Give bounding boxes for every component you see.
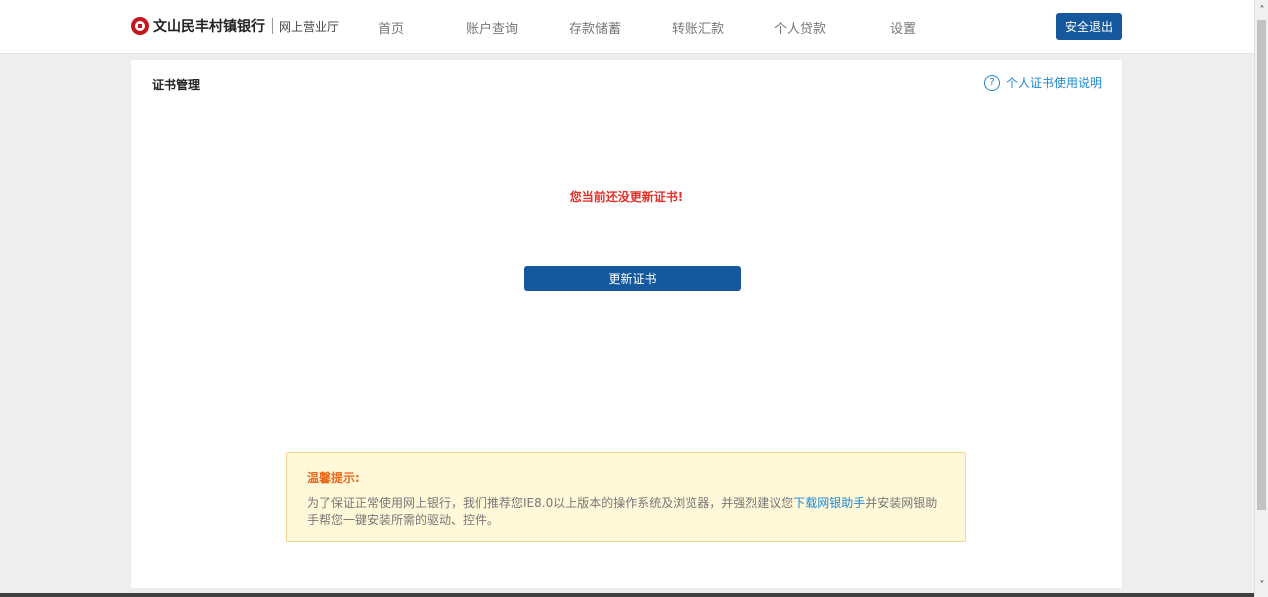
scrollbar-thumb[interactable] bbox=[1257, 20, 1266, 510]
scroll-up-icon[interactable]: ˄ bbox=[1255, 4, 1268, 18]
nav-item-home[interactable]: 首页 bbox=[378, 18, 404, 37]
header: 文山民丰村镇银行 网上营业厅 首页 账户查询 存款储蓄 转账汇款 个人贷款 设置… bbox=[0, 0, 1254, 54]
no-certificate-warning: 您当前还没更新证书! bbox=[569, 190, 684, 204]
nav-item-account-query[interactable]: 账户查询 bbox=[466, 18, 518, 37]
bank-logo[interactable]: 文山民丰村镇银行 网上营业厅 bbox=[131, 15, 339, 37]
nav-item-personal-loans[interactable]: 个人贷款 bbox=[774, 18, 826, 37]
page: 文山民丰村镇银行 网上营业厅 首页 账户查询 存款储蓄 转账汇款 个人贷款 设置… bbox=[0, 0, 1254, 597]
logo-divider bbox=[272, 18, 273, 34]
download-assistant-link[interactable]: 下载网银助手 bbox=[793, 496, 865, 510]
update-certificate-button[interactable]: 更新证书 bbox=[524, 266, 741, 291]
help-link-label: 个人证书使用说明 bbox=[1005, 76, 1102, 90]
certificate-help-link[interactable]: ? 个人证书使用说明 bbox=[983, 74, 1102, 91]
nav-item-transfers[interactable]: 转账汇款 bbox=[672, 18, 724, 37]
nav-item-settings[interactable]: 设置 bbox=[890, 18, 916, 37]
bottom-edge bbox=[0, 593, 1254, 597]
vertical-scrollbar[interactable]: ˄ ˅ bbox=[1254, 0, 1268, 597]
panel-title: 证书管理 bbox=[152, 78, 201, 92]
tips-text: 为了保证正常使用网上银行，我们推荐您IE8.0以上版本的操作系统及浏览器，并强烈… bbox=[307, 495, 949, 529]
bank-logo-icon bbox=[131, 17, 149, 35]
certificate-panel: 证书管理 ? 个人证书使用说明 您当前还没更新证书! 更新证书 温馨提示: 为了… bbox=[131, 60, 1122, 588]
question-icon: ? bbox=[983, 74, 1000, 91]
nav-item-deposits[interactable]: 存款储蓄 bbox=[569, 18, 621, 37]
tips-box: 温馨提示: 为了保证正常使用网上银行，我们推荐您IE8.0以上版本的操作系统及浏… bbox=[286, 452, 966, 542]
bank-name: 文山民丰村镇银行 bbox=[153, 19, 265, 35]
scroll-down-icon[interactable]: ˅ bbox=[1255, 579, 1268, 593]
bank-subtitle: 网上营业厅 bbox=[279, 19, 340, 34]
tips-text-before: 为了保证正常使用网上银行，我们推荐您IE8.0以上版本的操作系统及浏览器，并强烈… bbox=[307, 496, 794, 510]
tips-title: 温馨提示: bbox=[307, 471, 360, 485]
logout-button[interactable]: 安全退出 bbox=[1056, 13, 1122, 40]
